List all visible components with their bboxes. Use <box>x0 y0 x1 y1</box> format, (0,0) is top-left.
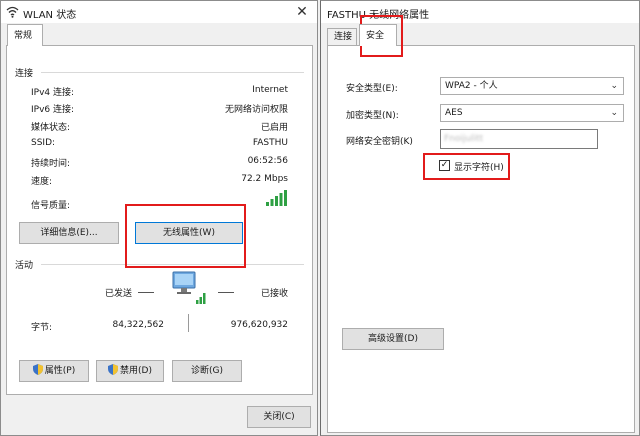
show-characters-checkbox[interactable]: ✓ <box>439 160 450 171</box>
security-type-select[interactable]: WPA2 - 个人 ⌄ <box>440 77 624 95</box>
wireless-properties-button[interactable]: 无线属性(W) <box>135 222 243 244</box>
ssid-label: SSID: <box>31 138 56 148</box>
encryption-type-select[interactable]: AES ⌄ <box>440 104 624 122</box>
duration-label: 持续时间: <box>31 159 71 169</box>
shield-icon <box>108 364 119 375</box>
bytes-sent-value: 84,322,562 <box>112 320 164 330</box>
close-button[interactable]: 关闭(C) <box>247 406 311 428</box>
ipv4-label: IPv4 连接: <box>31 88 75 98</box>
advanced-settings-button[interactable]: 高级设置(D) <box>342 328 444 350</box>
security-key-label: 网络安全密钥(K) <box>346 137 413 147</box>
close-icon[interactable]: ✕ <box>293 3 311 21</box>
ssid-value: FASTHU <box>252 138 288 148</box>
security-type-label: 安全类型(E): <box>346 84 398 94</box>
security-key-input[interactable]: Fnoijulitt <box>440 129 598 149</box>
bytes-received-value: 976,620,932 <box>230 320 288 330</box>
ipv6-label: IPv6 连接: <box>31 105 75 115</box>
diagnose-button[interactable]: 诊断(G) <box>172 360 242 382</box>
received-label: 已接收 <box>260 289 288 299</box>
network-computer-icon <box>172 271 206 304</box>
tab-security[interactable]: 安全 <box>359 24 397 46</box>
sent-label: 已发送 <box>104 289 132 299</box>
tab-connection[interactable]: 连接 <box>327 28 357 46</box>
encryption-type-value: AES <box>445 108 463 118</box>
security-panel: 安全类型(E): WPA2 - 个人 ⌄ 加密类型(N): AES ⌄ 网络安全… <box>327 45 635 433</box>
group-connection: 连接 <box>15 69 34 79</box>
security-type-value: WPA2 - 个人 <box>445 81 498 91</box>
divider <box>188 314 189 332</box>
signal-label: 信号质量: <box>31 201 71 211</box>
signal-strength-icon <box>266 190 287 206</box>
wlan-status-window: WLAN 状态 ✕ 常规 连接 IPv4 连接: Internet IPv6 连… <box>0 0 318 436</box>
title-bar: FASTHU 无线网络属性 <box>321 1 639 23</box>
speed-label: 速度: <box>31 177 53 187</box>
security-key-value: Fnoijulitt <box>444 134 484 144</box>
tab-general[interactable]: 常规 <box>7 24 43 46</box>
properties-label: 属性(P) <box>44 366 76 376</box>
chevron-down-icon: ⌄ <box>610 81 618 91</box>
disable-button[interactable]: 禁用(D) <box>96 360 164 382</box>
window-title: WLAN 状态 <box>23 10 77 21</box>
group-activity: 活动 <box>15 261 34 271</box>
wireless-properties-window: FASTHU 无线网络属性 连接 安全 安全类型(E): WPA2 - 个人 ⌄… <box>320 0 640 436</box>
speed-value: 72.2 Mbps <box>241 174 288 184</box>
show-characters-label: 显示字符(H) <box>454 163 504 173</box>
dash <box>138 292 154 293</box>
ipv4-value: Internet <box>252 85 288 95</box>
divider <box>41 264 304 265</box>
properties-button[interactable]: 属性(P) <box>19 360 89 382</box>
media-value: 已启用 <box>260 123 288 133</box>
wifi-icon <box>6 6 19 18</box>
encryption-type-label: 加密类型(N): <box>346 111 399 121</box>
bytes-label: 字节: <box>31 323 53 333</box>
disable-label: 禁用(D) <box>120 366 152 376</box>
general-panel: 连接 IPv4 连接: Internet IPv6 连接: 无网络访问权限 媒体… <box>6 45 313 395</box>
dash <box>218 292 234 293</box>
ipv6-value: 无网络访问权限 <box>224 105 288 115</box>
window-title: FASTHU 无线网络属性 <box>327 10 430 21</box>
chevron-down-icon: ⌄ <box>610 108 618 118</box>
title-bar: WLAN 状态 ✕ <box>1 1 317 23</box>
divider <box>41 72 304 73</box>
media-label: 媒体状态: <box>31 123 71 133</box>
details-button[interactable]: 详细信息(E)... <box>19 222 119 244</box>
shield-icon <box>32 364 43 375</box>
duration-value: 06:52:56 <box>247 156 288 166</box>
